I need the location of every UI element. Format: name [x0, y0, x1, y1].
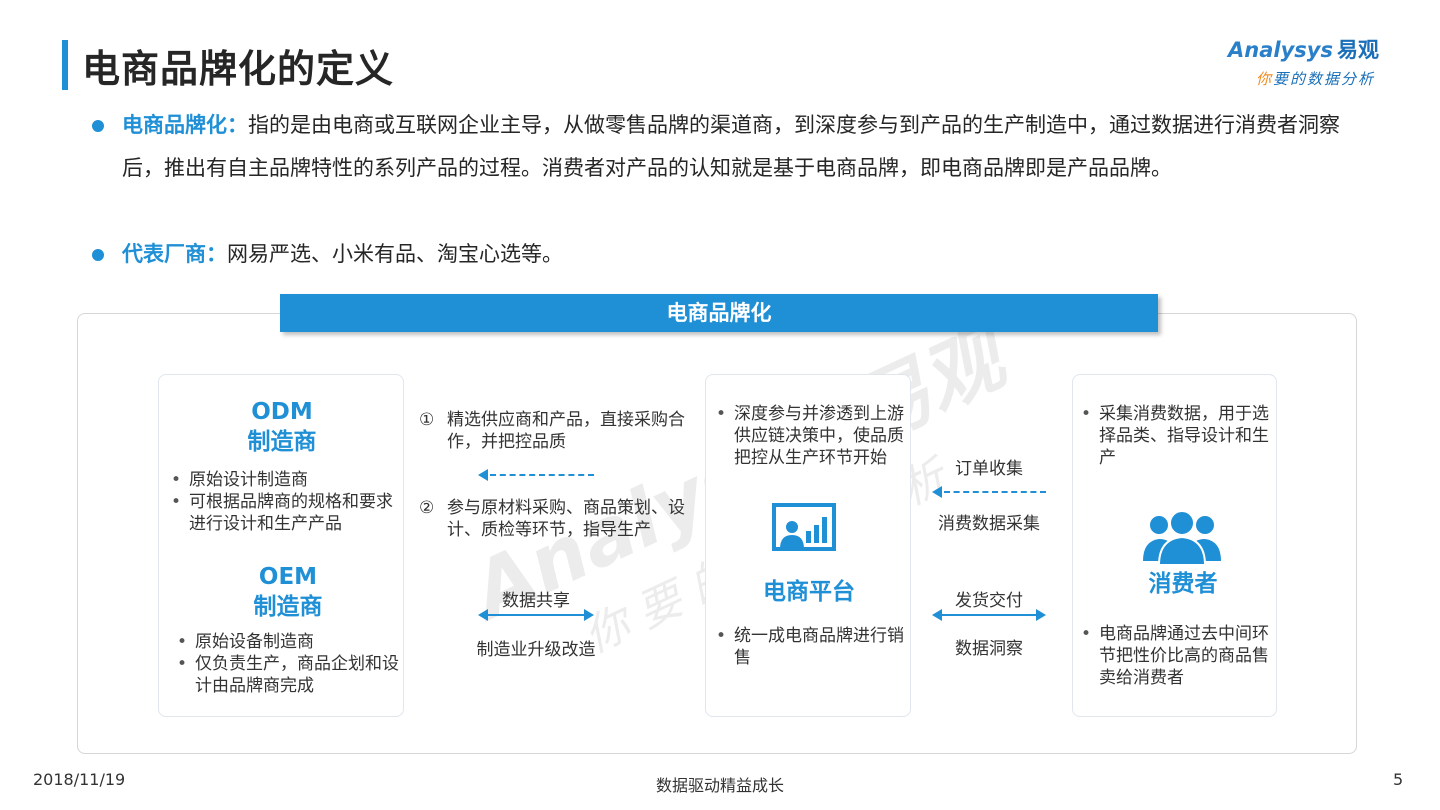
data-insight-label: 数据洞察 — [955, 639, 1023, 659]
list-item: 原始设备制造商 — [173, 631, 401, 653]
step-2-text: 参与原材料采购、商品策划、设计、质检等环节，指导生产 — [447, 498, 685, 540]
data-sharing-label: 数据共享 — [502, 591, 570, 611]
consumption-data-label: 消费数据采集 — [938, 514, 1040, 534]
bullet-dot — [92, 120, 104, 132]
list-item: 原始设计制造商 — [167, 469, 399, 491]
step-1: ① 精选供应商和产品，直接采购合作，并把控品质 — [419, 409, 689, 459]
double-arrow-left — [478, 609, 594, 621]
bullet-text: 代表厂商：网易严选、小米有品、淘宝心选等。 — [92, 233, 1362, 276]
oem-heading-line2: 制造商 — [253, 594, 323, 620]
arrow-line — [486, 614, 586, 616]
arrow-head — [478, 469, 488, 481]
manufacturing-upgrade-label: 制造业升级改造 — [476, 640, 596, 660]
arrow-head — [1036, 609, 1046, 621]
double-arrow-right — [932, 609, 1046, 621]
bullet-body: 指的是由电商或互联网企业主导，从做零售品牌的渠道商，到深度参与到产品的生产制造中… — [122, 113, 1340, 180]
logo-slogan: 你要的数据分析 — [1256, 68, 1375, 89]
presentation-chart-icon — [772, 503, 836, 551]
odm-heading: ODM 制造商 — [159, 397, 405, 457]
odm-list: 原始设计制造商 可根据品牌商的规格和要求进行设计和生产产品 — [167, 469, 399, 535]
odm-heading-line2: 制造商 — [247, 429, 317, 455]
dashed-arrow-left — [478, 468, 594, 482]
bullet-body: 网易严选、小米有品、淘宝心选等。 — [227, 242, 563, 266]
odm-heading-line1: ODM — [251, 399, 313, 425]
page-number: 5 — [1393, 770, 1404, 789]
bullet-definition: 电商品牌化：指的是由电商或互联网企业主导，从做零售品牌的渠道商，到深度参与到产品… — [92, 104, 1362, 190]
oem-heading: OEM 制造商 — [159, 562, 417, 622]
delivery-label: 发货交付 — [955, 591, 1023, 611]
logo-slogan-highlight: 你 — [1256, 70, 1274, 88]
platform-label: 电商平台 — [763, 579, 855, 605]
manufacturer-card: ODM 制造商 原始设计制造商 可根据品牌商的规格和要求进行设计和生产产品 OE… — [158, 374, 404, 717]
bullet-key: 电商品牌化： — [122, 113, 248, 137]
order-collection-label: 订单收集 — [955, 459, 1023, 479]
oem-list: 原始设备制造商 仅负责生产，商品企划和设计由品牌商完成 — [173, 631, 401, 697]
list-item: 深度参与并渗透到上游供应链决策中，使品质把控从生产环节开始 — [712, 403, 908, 469]
users-group-icon — [1143, 510, 1221, 565]
consumer-list-top: 采集消费数据，用于选择品类、指导设计和生产 — [1077, 403, 1273, 469]
bullet-key: 代表厂商： — [122, 242, 227, 266]
list-item: 仅负责生产，商品企划和设计由品牌商完成 — [173, 653, 401, 697]
arrow-head — [932, 486, 942, 498]
consumer-card: 采集消费数据，用于选择品类、指导设计和生产 消费者 电商品牌通过去中间环节把性价… — [1072, 374, 1277, 717]
dashed-arrow-right — [932, 485, 1046, 499]
platform-card: 深度参与并渗透到上游供应链决策中，使品质把控从生产环节开始 电商平台 统一成电商… — [705, 374, 911, 717]
arrow-head — [584, 609, 594, 621]
title-accent-bar — [62, 40, 68, 90]
step-2: ② 参与原材料采购、商品策划、设计、质检等环节，指导生产 — [419, 497, 689, 547]
analysys-logo: Analysys 易观 你要的数据分析 — [1228, 34, 1408, 94]
platform-list-bottom: 统一成电商品牌进行销售 — [712, 625, 908, 669]
list-item: 电商品牌通过去中间环节把性价比高的商品售卖给消费者 — [1077, 623, 1273, 689]
platform-list-top: 深度参与并渗透到上游供应链决策中，使品质把控从生产环节开始 — [712, 403, 908, 469]
consumer-list-bottom: 电商品牌通过去中间环节把性价比高的商品售卖给消费者 — [1077, 623, 1273, 689]
page-title: 电商品牌化的定义 — [82, 47, 395, 91]
arrow-line — [944, 491, 1046, 493]
consumer-label: 消费者 — [1148, 571, 1218, 597]
list-item: 统一成电商品牌进行销售 — [712, 625, 908, 669]
diagram-banner: 电商品牌化 — [280, 294, 1158, 332]
list-item: 采集消费数据，用于选择品类、指导设计和生产 — [1077, 403, 1273, 469]
arrow-line — [940, 614, 1038, 616]
logo-brand-cn: 易观 — [1336, 38, 1379, 62]
oem-heading-line1: OEM — [258, 564, 318, 590]
footer-slogan: 数据驱动精益成长 — [655, 776, 784, 795]
list-item: 可根据品牌商的规格和要求进行设计和生产产品 — [167, 491, 399, 535]
logo-brand: Analysys 易观 — [1228, 34, 1379, 64]
step-1-text: 精选供应商和产品，直接采购合作，并把控品质 — [447, 410, 685, 452]
logo-brand-en: Analysys — [1228, 38, 1333, 62]
logo-slogan-rest: 要的数据分析 — [1273, 70, 1376, 88]
bullet-dot — [92, 249, 104, 261]
bullet-vendors: 代表厂商：网易严选、小米有品、淘宝心选等。 — [92, 233, 1362, 276]
arrow-line — [490, 474, 594, 476]
bullet-text: 电商品牌化：指的是由电商或互联网企业主导，从做零售品牌的渠道商，到深度参与到产品… — [92, 104, 1362, 190]
